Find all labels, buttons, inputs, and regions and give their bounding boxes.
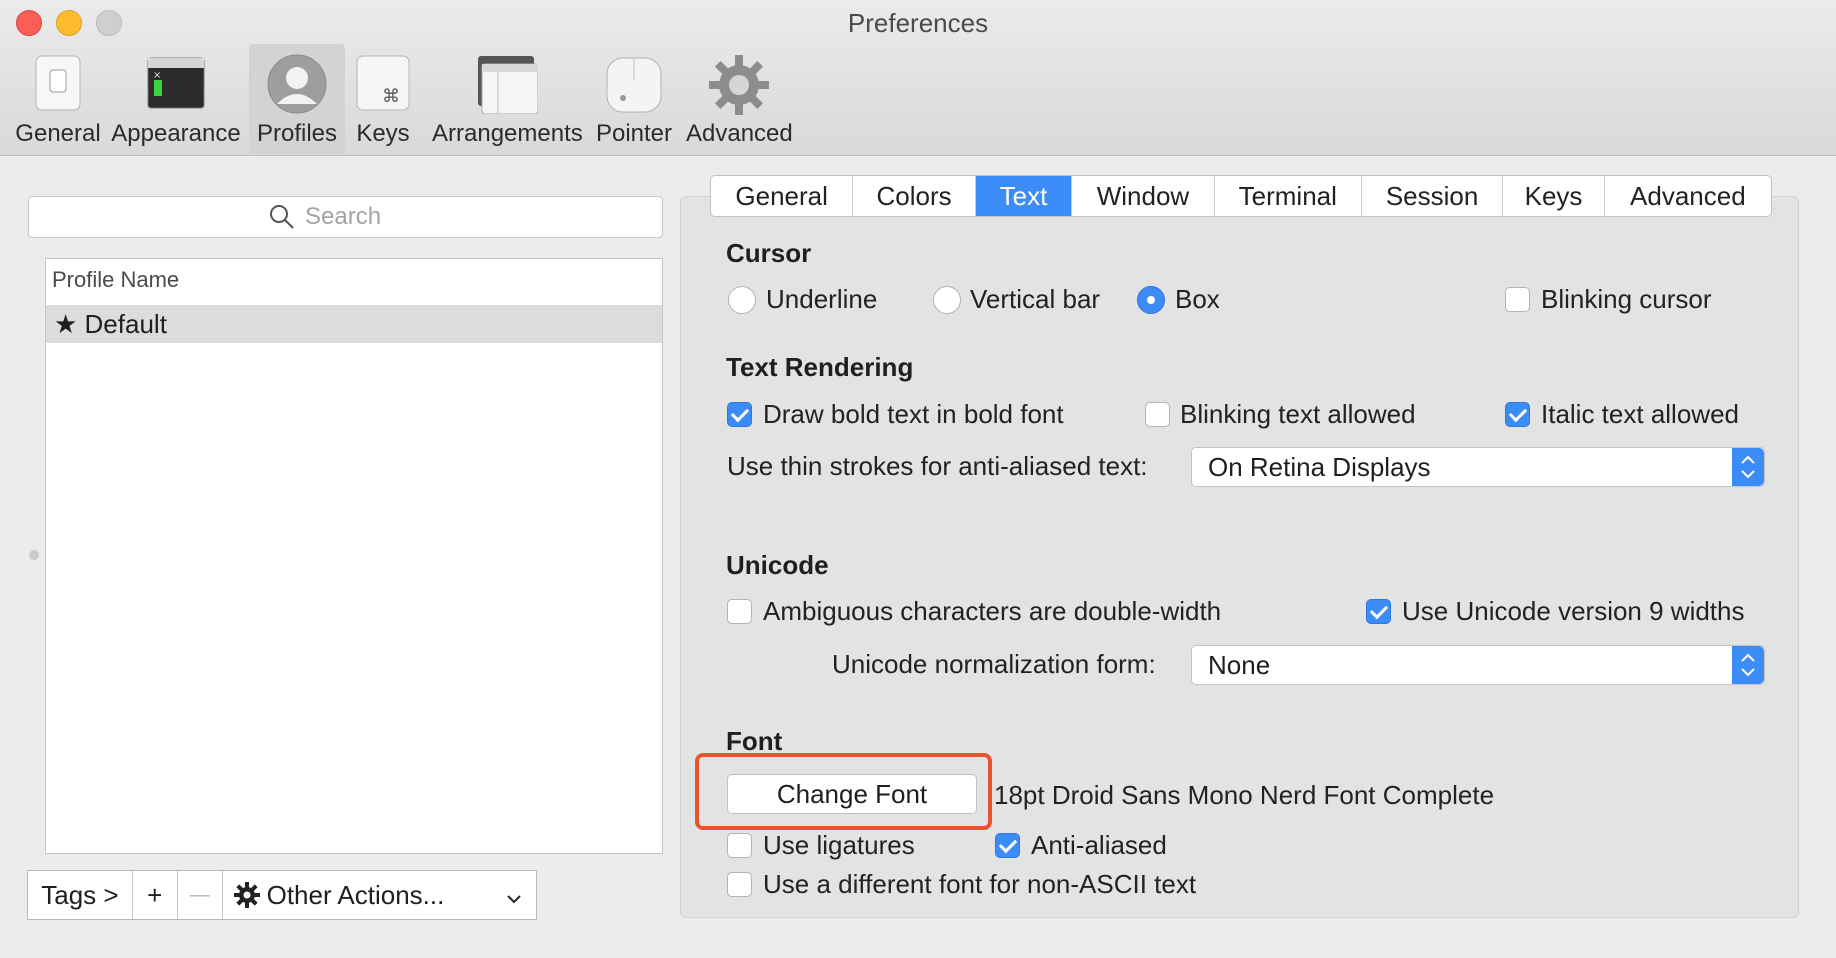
toolbar-arrangements[interactable]: Arrangements <box>432 44 583 154</box>
tab-keys[interactable]: Keys <box>1503 176 1605 216</box>
profile-list[interactable]: Profile Name ★ Default <box>45 258 663 854</box>
normalization-label: Unicode normalization form: <box>832 649 1156 679</box>
cursor-vertical-bar-label[interactable]: Vertical bar <box>970 284 1100 315</box>
thin-strokes-value: On Retina Displays <box>1208 452 1431 482</box>
ambiguous-width-label[interactable]: Ambiguous characters are double-width <box>763 596 1221 627</box>
search-input[interactable]: Search <box>28 196 663 238</box>
cursor-box-label[interactable]: Box <box>1175 284 1220 315</box>
cursor-underline-label[interactable]: Underline <box>766 284 877 315</box>
command-key-icon: ⌘ <box>355 54 411 117</box>
toolbar-label: Profiles <box>256 120 338 147</box>
mouse-icon <box>603 54 665 119</box>
blinking-text-label[interactable]: Blinking text allowed <box>1180 399 1416 430</box>
toolbar-keys[interactable]: ⌘ Keys <box>350 44 416 154</box>
updown-arrows-icon <box>1732 646 1764 684</box>
ligatures-checkbox[interactable] <box>727 833 752 858</box>
current-font-label: 18pt Droid Sans Mono Nerd Font Complete <box>994 780 1495 810</box>
unicode9-label[interactable]: Use Unicode version 9 widths <box>1402 596 1745 627</box>
blinking-text-checkbox[interactable] <box>1145 402 1170 427</box>
toolbar-label: Keys <box>356 120 410 147</box>
toolbar-label: Arrangements <box>432 120 583 147</box>
unicode-section-title: Unicode <box>726 550 829 580</box>
tab-terminal[interactable]: Terminal <box>1215 176 1362 216</box>
toolbar-label: Appearance <box>111 120 241 147</box>
other-actions-dropdown[interactable]: Other Actions... <box>223 871 536 919</box>
profile-name: ★ Default <box>54 309 167 339</box>
profile-tabs: General Colors Text Window Terminal Sess… <box>710 175 1772 217</box>
updown-arrows-icon <box>1732 448 1764 486</box>
tab-text[interactable]: Text <box>975 176 1073 216</box>
cursor-vertical-bar-radio[interactable] <box>933 286 961 314</box>
add-profile-button[interactable]: + <box>133 871 178 919</box>
unicode9-checkbox[interactable] <box>1366 599 1391 624</box>
toolbar-label: Advanced <box>686 120 793 147</box>
toolbar-pointer[interactable]: Pointer <box>592 44 676 154</box>
svg-text:×: × <box>153 70 161 81</box>
tab-advanced[interactable]: Advanced <box>1605 176 1771 216</box>
italic-text-checkbox[interactable] <box>1505 402 1530 427</box>
other-actions-label: Other Actions... <box>266 879 445 910</box>
cursor-section-title: Cursor <box>726 238 812 268</box>
profile-silhouette-icon <box>267 54 327 119</box>
non-ascii-font-checkbox[interactable] <box>727 872 752 897</box>
profile-row-default[interactable]: ★ Default <box>46 305 662 343</box>
italic-text-label[interactable]: Italic text allowed <box>1541 399 1739 430</box>
toolbar-label: Pointer <box>595 120 673 147</box>
change-font-highlight <box>695 753 992 830</box>
ambiguous-width-checkbox[interactable] <box>727 599 752 624</box>
toolbar-appearance[interactable]: × Appearance <box>110 44 242 154</box>
text-rendering-section-title: Text Rendering <box>726 352 914 382</box>
anti-aliased-label[interactable]: Anti-aliased <box>1031 830 1167 861</box>
svg-text:⌘: ⌘ <box>382 86 400 107</box>
gear-icon <box>708 54 770 121</box>
gear-icon <box>233 882 260 908</box>
normalization-value: None <box>1208 650 1271 680</box>
cursor-underline-radio[interactable] <box>728 286 756 314</box>
splitter-handle[interactable] <box>29 550 39 560</box>
window-title: Preferences <box>847 8 989 38</box>
windows-stack-icon <box>476 54 539 119</box>
non-ascii-font-label[interactable]: Use a different font for non-ASCII text <box>763 869 1196 900</box>
chevron-down-icon <box>506 880 522 911</box>
tab-session[interactable]: Session <box>1362 176 1504 216</box>
tags-button[interactable]: Tags > <box>28 871 133 919</box>
profile-name-column-header[interactable]: Profile Name <box>52 267 179 293</box>
remove-profile-button[interactable]: — <box>178 871 223 919</box>
blinking-cursor-checkbox[interactable] <box>1505 287 1530 312</box>
tab-colors[interactable]: Colors <box>853 176 976 216</box>
thin-strokes-label: Use thin strokes for anti-aliased text: <box>727 451 1148 481</box>
anti-aliased-checkbox[interactable] <box>995 833 1020 858</box>
search-icon <box>270 205 294 229</box>
bold-font-label[interactable]: Draw bold text in bold font <box>763 399 1064 430</box>
window-icon: × <box>146 54 206 117</box>
ligatures-label[interactable]: Use ligatures <box>763 830 915 861</box>
switch-icon <box>30 54 86 117</box>
search-placeholder: Search <box>305 203 382 230</box>
toolbar-general[interactable]: General <box>10 44 106 154</box>
bold-font-checkbox[interactable] <box>727 402 752 427</box>
profile-actions-bar: Tags > + — Other Actions... <box>27 870 537 920</box>
toolbar-label: General <box>15 120 101 147</box>
toolbar-profiles[interactable]: Profiles <box>249 44 345 154</box>
cursor-box-radio[interactable] <box>1137 286 1165 314</box>
title-bar: Preferences General × Appearance Profile… <box>0 0 1836 156</box>
tab-window[interactable]: Window <box>1072 176 1215 216</box>
thin-strokes-select[interactable]: On Retina Displays <box>1191 447 1765 487</box>
normalization-select[interactable]: None <box>1191 645 1765 685</box>
blinking-cursor-label[interactable]: Blinking cursor <box>1541 284 1712 315</box>
tab-general[interactable]: General <box>711 176 854 216</box>
toolbar-advanced[interactable]: Advanced <box>686 44 793 154</box>
